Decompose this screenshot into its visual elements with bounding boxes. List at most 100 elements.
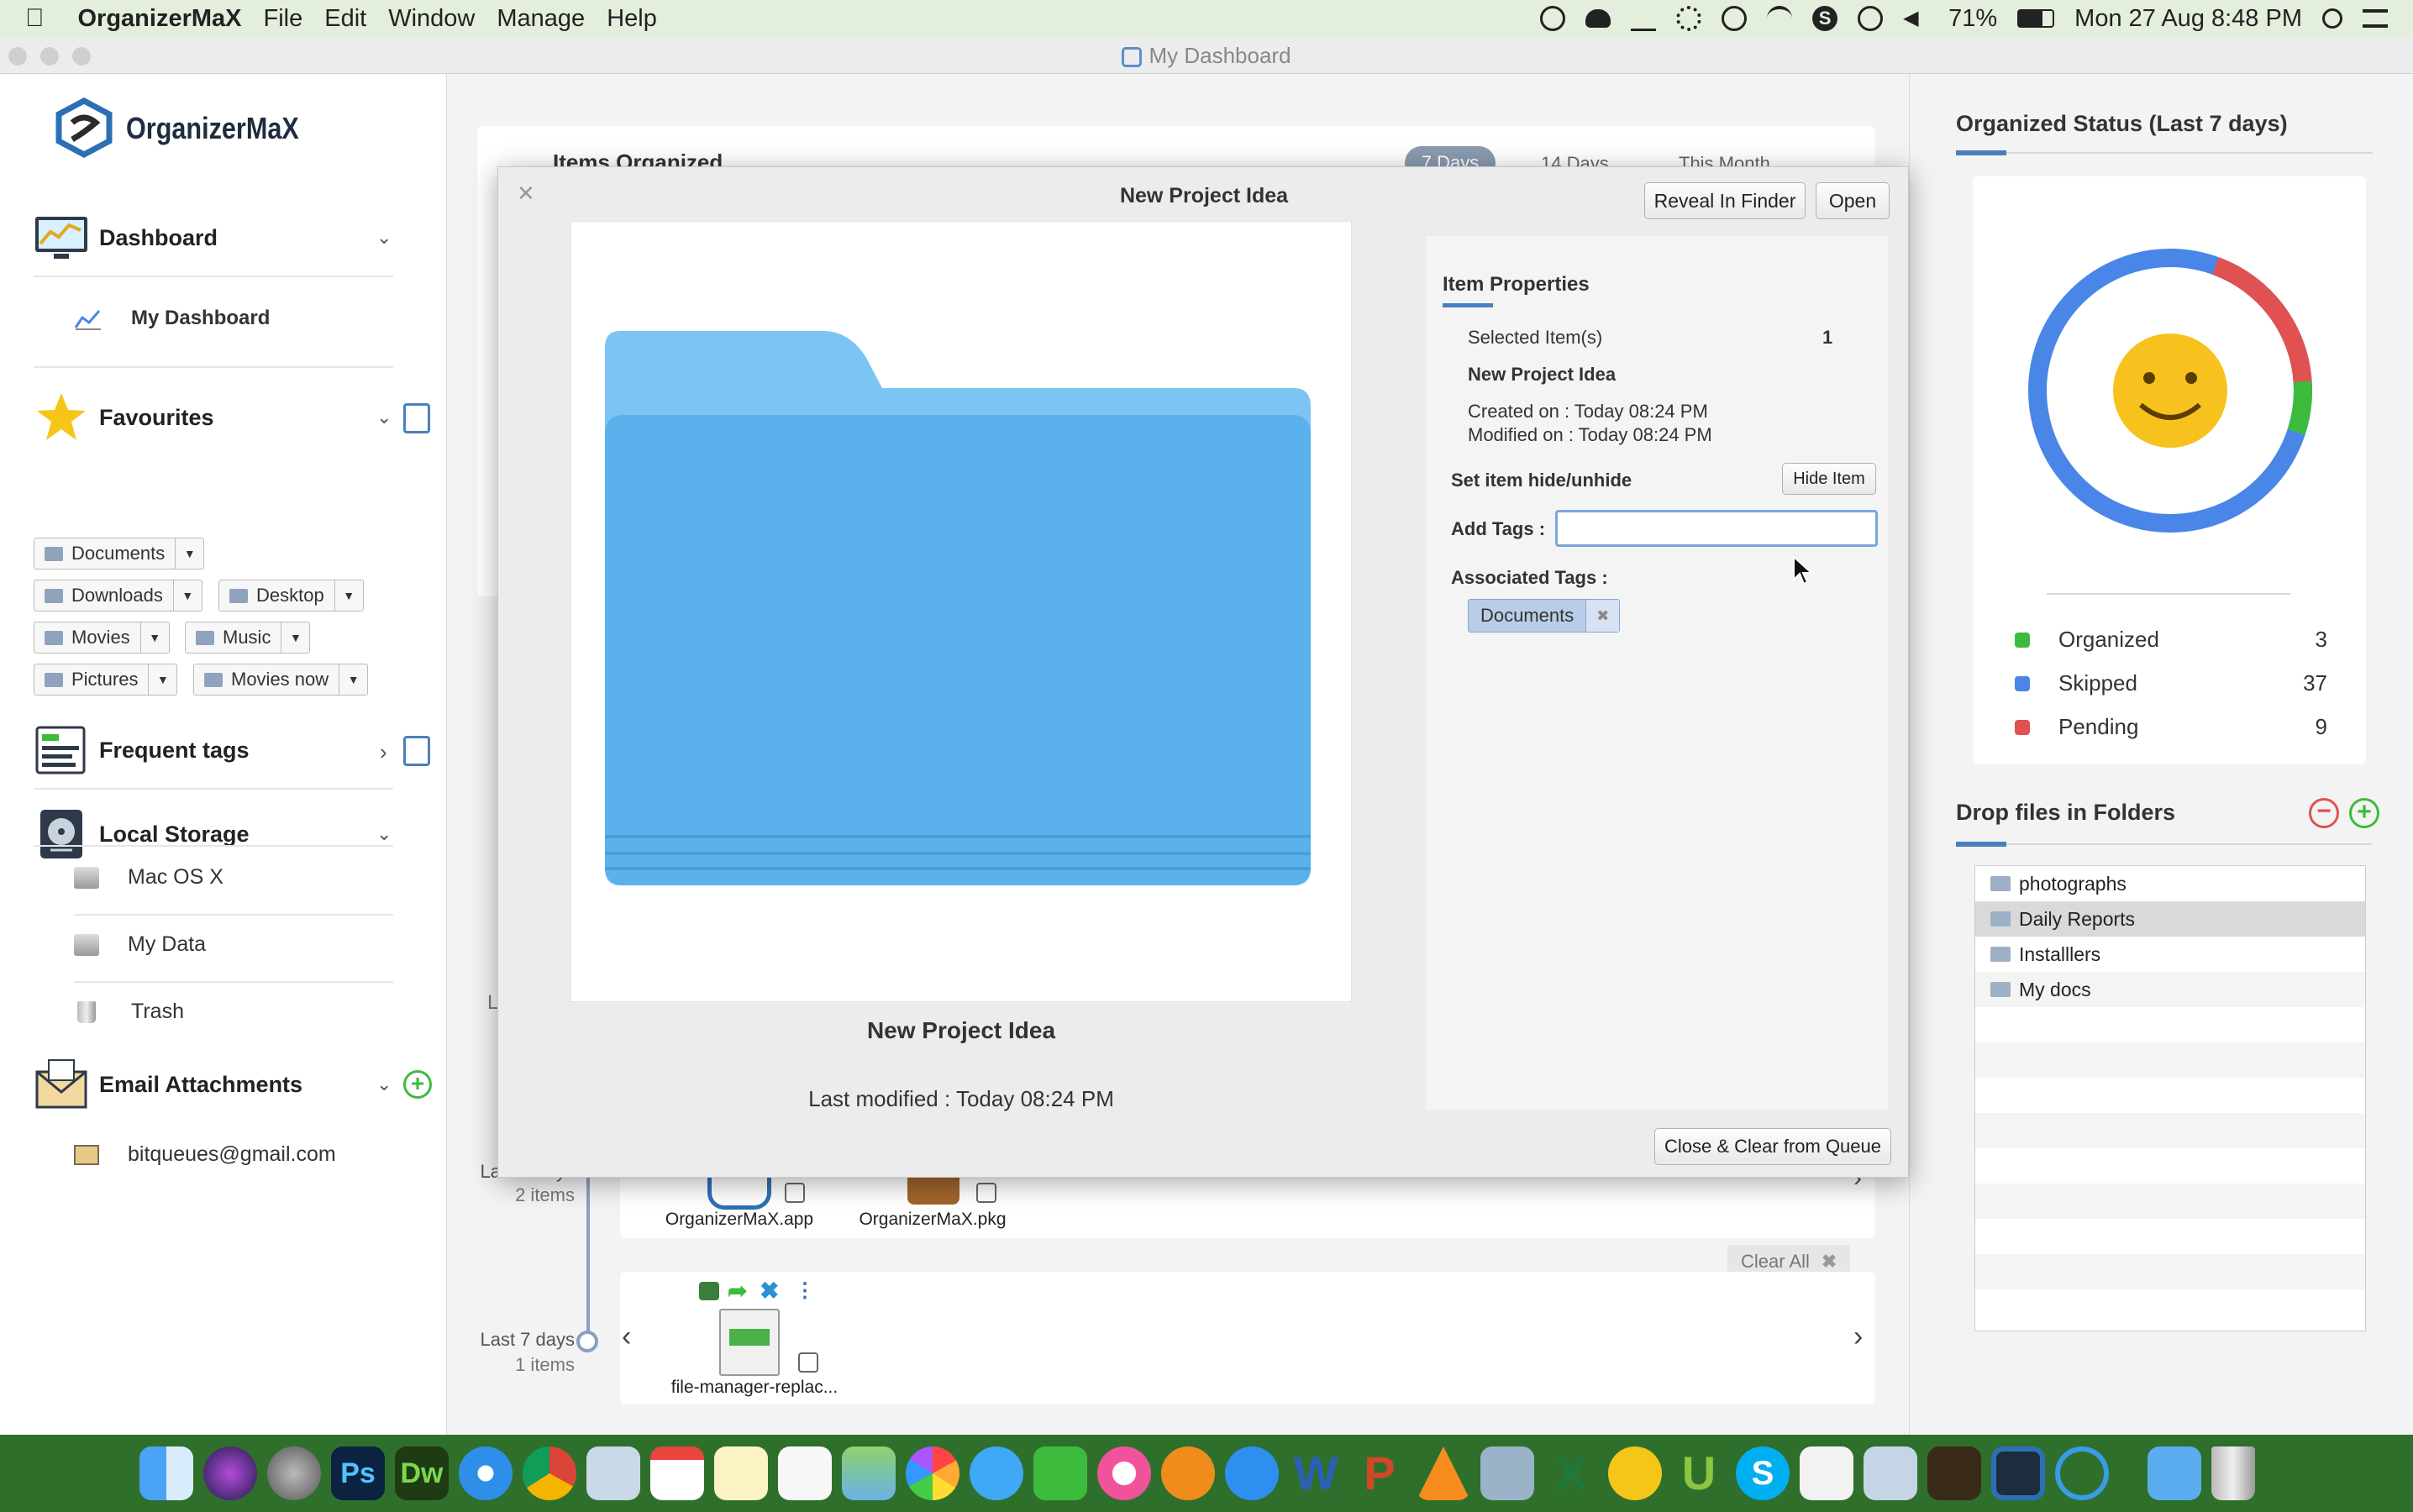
zoom-window-button[interactable]: [72, 47, 91, 66]
notes-icon[interactable]: [714, 1446, 768, 1500]
add-email-icon[interactable]: +: [403, 1070, 432, 1099]
mail-bird-icon[interactable]: [586, 1446, 640, 1500]
menu-manage[interactable]: Manage: [497, 5, 585, 33]
chevron-down-icon[interactable]: ⌄: [376, 1074, 392, 1095]
gear-icon[interactable]: [1676, 6, 1702, 31]
sidebar-item-email-account[interactable]: bitqueues@gmail.com: [74, 1142, 336, 1167]
menu-help[interactable]: Help: [607, 5, 657, 33]
favourite-desktop[interactable]: Desktop ▼: [218, 580, 364, 612]
chevron-down-icon[interactable]: ⌄: [376, 823, 392, 845]
image-capture-icon[interactable]: [1864, 1446, 1917, 1500]
folder-row-photographs[interactable]: photographs: [1975, 866, 2365, 901]
section-email-attachments[interactable]: Email Attachments: [34, 1057, 302, 1112]
dreamweaver-icon[interactable]: Dw: [395, 1446, 449, 1500]
volume-icon[interactable]: ◀: [1903, 6, 1928, 31]
chevron-right-icon[interactable]: ›: [1853, 1320, 1863, 1353]
section-frequent-tags[interactable]: Frequent tags: [34, 722, 250, 778]
sidebar-item-my-dashboard[interactable]: My Dashboard: [74, 306, 270, 331]
dropdown-arrow-icon[interactable]: ▼: [148, 664, 176, 695]
select-checkbox[interactable]: [798, 1352, 818, 1373]
cloud-upload-icon[interactable]: [1585, 9, 1611, 28]
time-machine-icon[interactable]: [1858, 6, 1884, 31]
reveal-in-finder-button[interactable]: Reveal In Finder: [1644, 182, 1806, 219]
menu-edit[interactable]: Edit: [324, 5, 366, 33]
battery-icon[interactable]: [2017, 9, 2055, 28]
chevron-down-icon[interactable]: ⌄: [376, 407, 392, 428]
close-window-button[interactable]: [8, 47, 27, 66]
chevron-left-icon[interactable]: ‹: [622, 1320, 631, 1353]
clock[interactable]: Mon 27 Aug 8:48 PM: [2074, 5, 2302, 33]
spotlight-search-icon[interactable]: [2322, 8, 2342, 29]
powerpoint-icon[interactable]: P: [1353, 1446, 1406, 1500]
textedit-icon[interactable]: [1800, 1446, 1853, 1500]
select-checkbox[interactable]: [976, 1183, 996, 1203]
organizermax-dock-icon[interactable]: [1991, 1446, 2045, 1500]
favourite-downloads[interactable]: Downloads ▼: [34, 580, 202, 612]
bitcoin-icon[interactable]: [1608, 1446, 1662, 1500]
notification-center-icon[interactable]: [2363, 9, 2388, 28]
preview-icon[interactable]: [1480, 1446, 1534, 1500]
itunes-icon[interactable]: [1097, 1446, 1151, 1500]
word-icon[interactable]: W: [1289, 1446, 1343, 1500]
photos-icon[interactable]: [906, 1446, 959, 1500]
sidebar-item-mac-os-x[interactable]: Mac OS X: [74, 865, 223, 890]
share-arrow-icon[interactable]: ➦: [728, 1277, 747, 1305]
messages-icon[interactable]: [970, 1446, 1023, 1500]
favourite-movies-now[interactable]: Movies now ▼: [193, 664, 369, 696]
folder-row-daily-reports[interactable]: Daily Reports: [1975, 901, 2365, 937]
safari-icon[interactable]: [459, 1446, 513, 1500]
quicktime-icon[interactable]: [2055, 1446, 2109, 1500]
dropdown-arrow-icon[interactable]: ▼: [334, 580, 363, 611]
menu-app-name[interactable]: OrganizerMaX: [78, 5, 242, 33]
reminders-icon[interactable]: [778, 1446, 832, 1500]
maps-icon[interactable]: [842, 1446, 896, 1500]
select-checkbox[interactable]: [785, 1183, 805, 1203]
add-favourite-icon[interactable]: [403, 403, 430, 433]
chevron-down-icon[interactable]: ⌄: [376, 227, 392, 249]
broom-icon[interactable]: [1631, 6, 1657, 31]
calendar-icon[interactable]: [650, 1446, 704, 1500]
sidebar-item-my-data[interactable]: My Data: [74, 932, 206, 957]
tag-action-icon[interactable]: [699, 1282, 719, 1300]
section-dashboard[interactable]: Dashboard: [34, 210, 218, 265]
skype-dock-icon[interactable]: S: [1736, 1446, 1790, 1500]
photoshop-icon[interactable]: Ps: [331, 1446, 385, 1500]
excel-icon[interactable]: X: [1544, 1446, 1598, 1500]
hide-item-button[interactable]: Hide Item: [1782, 463, 1876, 495]
app-store-icon[interactable]: [1225, 1446, 1279, 1500]
folder-row-my-docs[interactable]: My docs: [1975, 972, 2365, 1007]
skype-icon[interactable]: S: [1812, 6, 1838, 31]
add-tags-input[interactable]: [1555, 510, 1878, 547]
open-button[interactable]: Open: [1816, 182, 1890, 219]
chevron-right-icon[interactable]: ›: [380, 739, 387, 765]
menu-file[interactable]: File: [264, 5, 303, 33]
dropdown-arrow-icon[interactable]: ▼: [172, 580, 202, 611]
section-local-storage[interactable]: Local Storage: [34, 806, 250, 862]
wifi-icon[interactable]: [1767, 6, 1793, 31]
utorrent-icon[interactable]: U: [1672, 1446, 1726, 1500]
trash-dock-icon[interactable]: [2211, 1446, 2255, 1500]
remove-tag-icon[interactable]: ✖: [1585, 600, 1620, 632]
facetime-icon[interactable]: [1033, 1446, 1087, 1500]
dropdown-arrow-icon[interactable]: ▼: [175, 538, 203, 569]
dropdown-arrow-icon[interactable]: ▼: [339, 664, 367, 695]
favourite-music[interactable]: Music ▼: [185, 622, 311, 654]
menu-window[interactable]: Window: [388, 5, 475, 33]
favourite-pictures[interactable]: Pictures ▼: [34, 664, 178, 696]
siri-icon[interactable]: [203, 1446, 257, 1500]
sync-icon[interactable]: [1722, 6, 1748, 31]
folder-row-installlers[interactable]: Installlers: [1975, 937, 2365, 972]
apple-icon[interactable]: : [25, 4, 45, 33]
sidebar-item-trash[interactable]: Trash: [74, 1000, 184, 1024]
chrome-icon[interactable]: [523, 1446, 576, 1500]
document-file-icon[interactable]: [719, 1309, 780, 1376]
downloads-folder-icon[interactable]: [2148, 1446, 2201, 1500]
add-tag-icon[interactable]: [403, 736, 430, 766]
remove-folder-icon[interactable]: −: [2309, 798, 2339, 828]
finder-icon[interactable]: [139, 1446, 193, 1500]
ibooks-icon[interactable]: [1161, 1446, 1215, 1500]
dropdown-arrow-icon[interactable]: ▼: [139, 622, 169, 653]
remove-icon[interactable]: ✖: [760, 1277, 779, 1305]
dropdown-arrow-icon[interactable]: ▼: [281, 622, 309, 653]
minimize-window-button[interactable]: [40, 47, 59, 66]
